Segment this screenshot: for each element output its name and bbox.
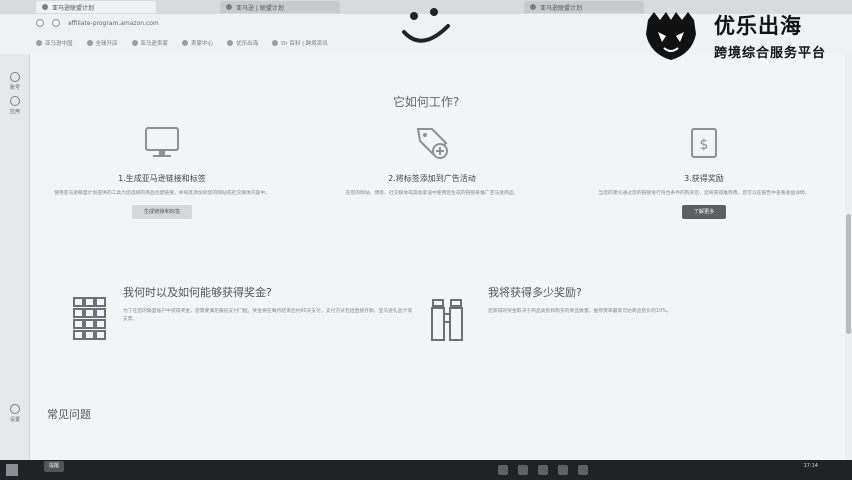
scrollbar-thumb[interactable] (846, 214, 851, 334)
taskbar-app-icon[interactable] (578, 465, 588, 475)
how-it-works-heading: 它如何工作? (392, 95, 460, 109)
left-rail: 账号 应用 设置 (0, 0, 30, 460)
watermark-title: 优乐出海 (714, 14, 802, 38)
taskbar-app-icon[interactable] (558, 465, 568, 475)
dollar-bill-icon: $ (691, 128, 717, 158)
taskbar-app-icon[interactable] (498, 465, 508, 475)
bookmark-item[interactable]: 卖家中心 (182, 39, 213, 47)
bookmark-icon (227, 40, 234, 46)
start-button[interactable] (6, 464, 18, 476)
watermark: 优乐出海 跨境综合服务平台 (640, 8, 845, 64)
refresh-icon[interactable] (52, 19, 60, 27)
taskbar-app-icon[interactable] (538, 465, 548, 475)
bookmark-item[interactable]: 优乐出海 (227, 39, 258, 47)
binoculars-icon (431, 299, 463, 341)
favicon-icon (530, 4, 536, 10)
lion-logo-icon (646, 12, 696, 60)
bookmark-icon (36, 40, 42, 46)
browser-tab[interactable]: 亚马逊 | 联盟计划 (220, 1, 340, 13)
bookmark-item[interactable]: 亚马逊卖家 (131, 39, 168, 47)
user-icon (10, 72, 20, 82)
svg-text:$: $ (700, 137, 709, 153)
taskbar-app-icon[interactable] (518, 465, 528, 475)
browser-tab[interactable]: 亚马逊联盟计划 (524, 1, 644, 13)
taskbar: 17:14 (0, 460, 852, 480)
question-description: 为了在您的联盟账户中获得奖金，您需要满足最低支付门槛。奖金将在每月结束后约60天… (123, 309, 413, 322)
step-description: 当您的受众通过您的链接进行符合条件的购买后，您将获得推荐费。您可以在报告中查看收… (598, 191, 810, 196)
question-title: 我何时以及如何能够获得奖金? (123, 286, 272, 299)
tag-add-icon (416, 128, 448, 159)
bookmark-icon (272, 40, 279, 46)
question-title: 我将获得多少奖励? (488, 286, 582, 299)
smiley-face-icon (402, 8, 450, 43)
rail-item-account[interactable]: 账号 (4, 72, 26, 91)
step-title: 2.将标签添加到广告活动 (388, 174, 476, 183)
back-icon[interactable] (36, 19, 44, 27)
notice-badge[interactable]: 提醒 (44, 461, 65, 472)
favicon-icon (42, 4, 48, 10)
rail-item-settings[interactable]: 设置 (4, 404, 26, 423)
scrollbar[interactable] (845, 54, 852, 460)
step-description: 使用亚马逊联盟计划提供的工具为您选择的商品创建链接，并将其添加到您的网站或社交媒… (54, 191, 270, 196)
learn-more-button[interactable]: 了解更多 (681, 205, 727, 219)
payment-question: 我何时以及如何能够获得奖金? 为了在您的联盟账户中获得奖金，您需要满足最低支付门… (123, 284, 413, 323)
watermark-subtitle: 跨境综合服务平台 (714, 46, 827, 61)
bookmark-item[interactable]: 亚马逊中国 (36, 39, 73, 47)
taskbar-clock: 17:14 (803, 463, 818, 469)
bookmark-item[interactable]: 全球开店 (86, 39, 118, 47)
step-description: 在您的网站、博客、社交媒体或其他渠道中使用您生成的链接来推广亚马逊商品。 (345, 191, 519, 196)
bookmark-icon (182, 40, 189, 46)
bookmark-icon (131, 40, 138, 46)
gear-icon (10, 404, 20, 414)
favicon-icon (226, 4, 232, 10)
bookmark-icon (86, 40, 93, 46)
calendar-grid-icon (73, 297, 106, 340)
step-title: 3.获得奖励 (684, 174, 724, 183)
step-card: 1.生成亚马逊链接和标签 使用亚马逊联盟计划提供的工具为您选择的商品创建链接，并… (42, 125, 282, 219)
bookmark-item[interactable]: Dr 百科 | 跨境资讯 (272, 39, 328, 47)
monitor-icon (145, 127, 179, 157)
step-card: 2.将标签添加到广告活动 在您的网站、博客、社交媒体或其他渠道中使用您生成的链接… (312, 125, 552, 197)
step-title: 1.生成亚马逊链接和标签 (118, 174, 206, 183)
question-description: 您获得的奖金取决于商品类别和购买的商品数量，推荐费率最高可达商品售价的10%。 (488, 309, 672, 314)
browser-tab[interactable]: 亚马逊联盟计划 (36, 1, 156, 13)
url-field[interactable]: affiliate-program.amazon.com (68, 20, 159, 27)
step-card: $ 3.获得奖励 当您的受众通过您的链接进行符合条件的购买后，您将获得推荐费。您… (584, 125, 824, 219)
faq-heading: 常见问题 (47, 408, 91, 421)
create-link-button[interactable]: 生成链接和标签 (131, 205, 193, 219)
reward-question: 我将获得多少奖励? 您获得的奖金取决于商品类别和购买的商品数量，推荐费率最高可达… (488, 284, 788, 316)
